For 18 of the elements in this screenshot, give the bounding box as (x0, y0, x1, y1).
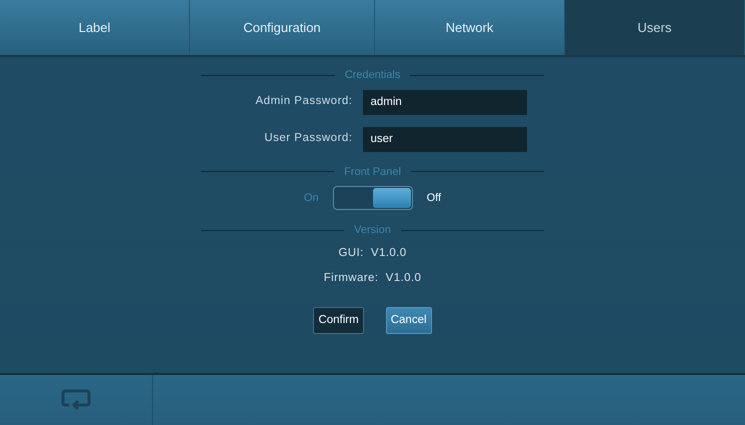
toggle-label: Off (426, 190, 442, 206)
section-title: Credentials (344, 68, 400, 83)
tab[interactable]: Users (565, 0, 745, 55)
password-field[interactable]: admin (362, 90, 526, 114)
field-label: Admin Password: (254, 94, 352, 110)
version-text: Firmware: V1.0.0 (324, 270, 422, 286)
section-title: Version (354, 223, 391, 238)
toggle-switch[interactable] (332, 186, 413, 210)
tab[interactable]: Network (375, 0, 565, 55)
action-button[interactable]: Confirm (313, 307, 364, 334)
tab[interactable]: Configuration (190, 0, 375, 55)
password-field[interactable]: user (362, 126, 526, 152)
section-title: Front Panel (344, 164, 401, 180)
version-text: GUI: V1.0.0 (338, 246, 407, 260)
toggle-label: On (304, 190, 319, 206)
field-label: User Password: (263, 131, 352, 146)
action-button[interactable]: Cancel (386, 307, 432, 334)
tab[interactable]: Label (0, 0, 190, 55)
